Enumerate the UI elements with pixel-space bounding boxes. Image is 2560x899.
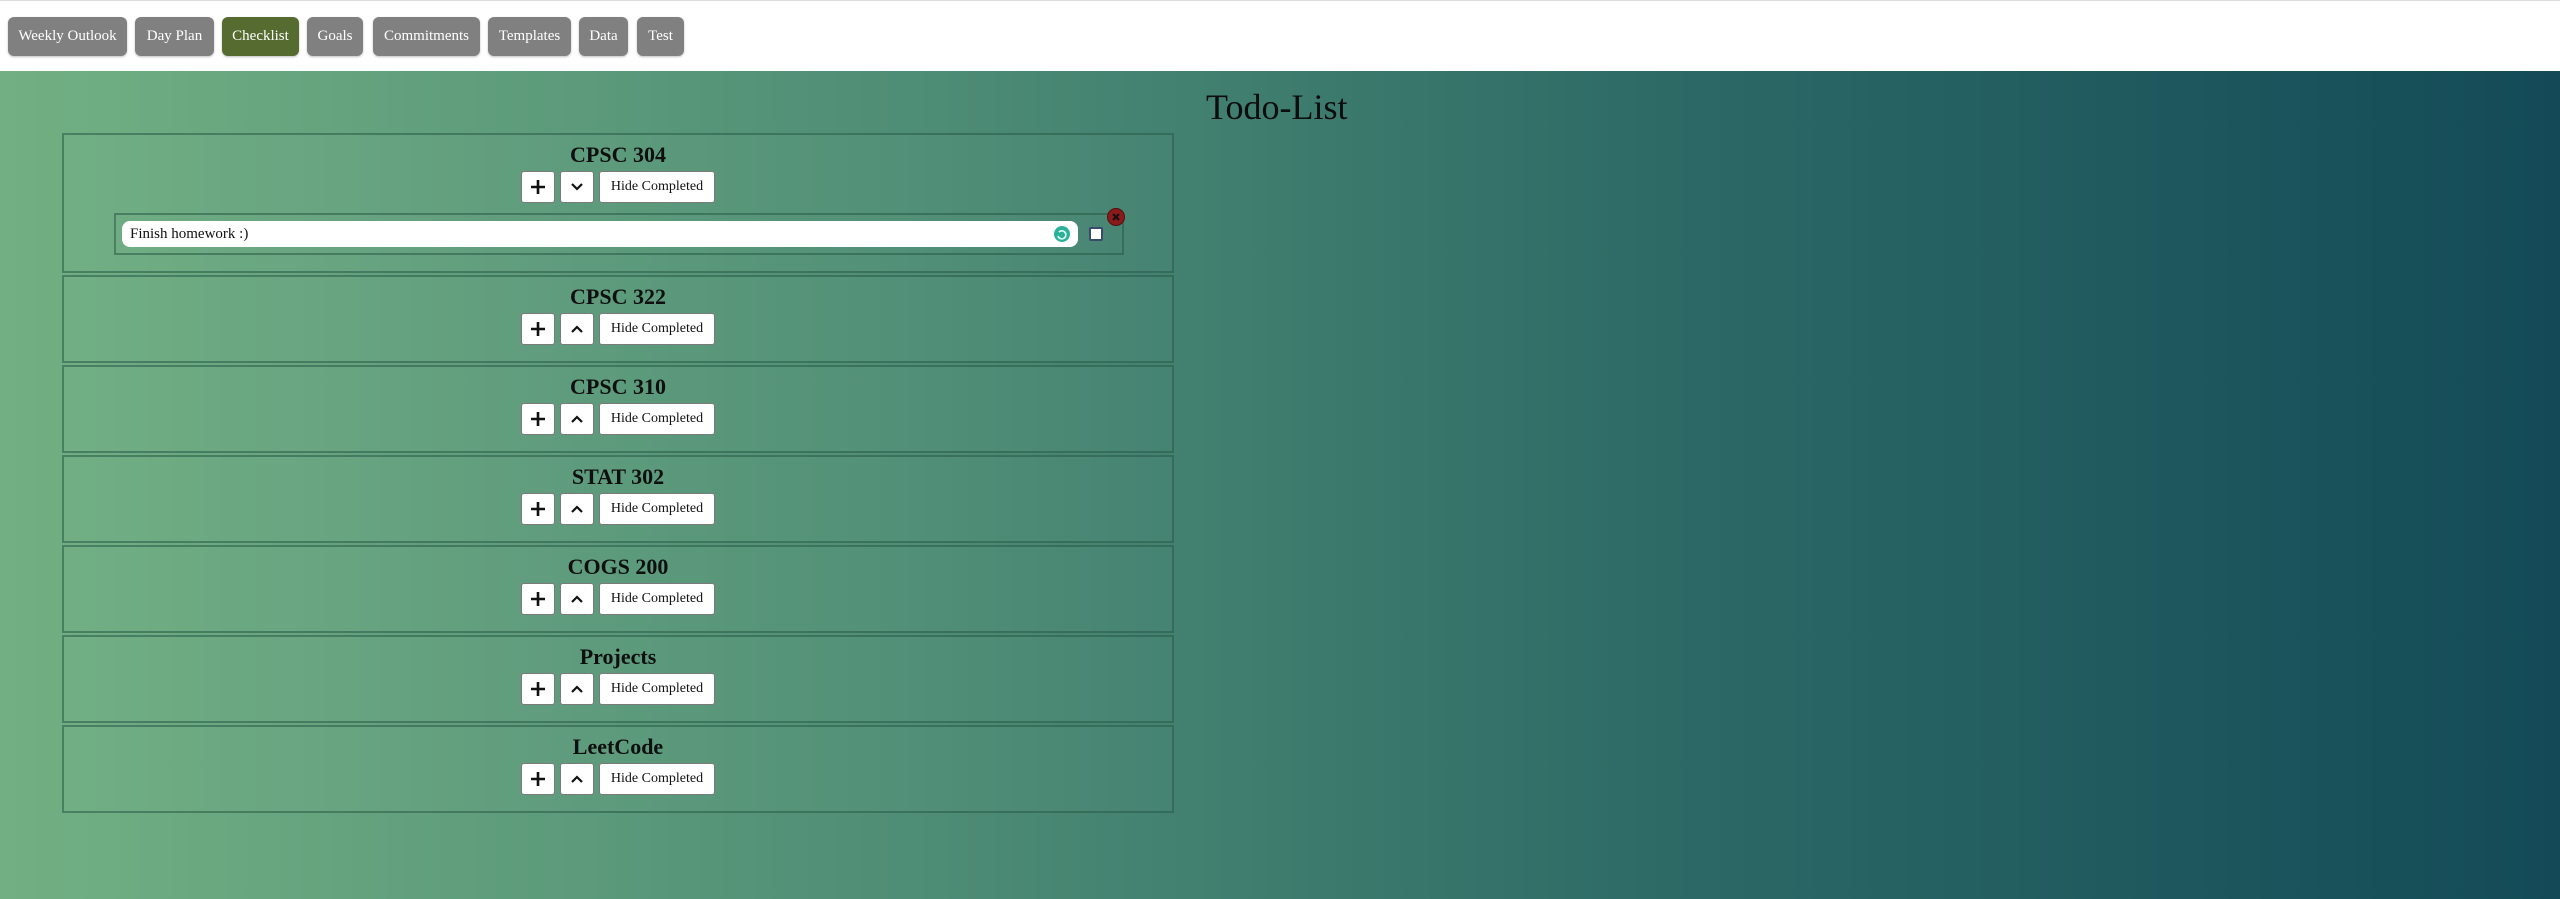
tab-templates[interactable]: Templates [488, 17, 571, 56]
delete-item-icon[interactable] [1107, 208, 1125, 226]
hide-completed-button[interactable]: Hide Completed [599, 763, 715, 795]
plus-icon [531, 412, 545, 426]
chevron-down-icon [571, 183, 583, 191]
expand-button[interactable] [560, 313, 594, 345]
todo-item: Finish homework :) [114, 208, 1125, 255]
top-nav-bar: Weekly Outlook Day Plan Checklist Goals … [0, 0, 2560, 71]
category-controls: Hide Completed [64, 583, 1172, 631]
add-item-button[interactable] [521, 763, 555, 795]
category-title: STAT 302 [571, 464, 665, 489]
hide-completed-button[interactable]: Hide Completed [599, 673, 715, 705]
category-controls: Hide Completed [64, 313, 1172, 361]
plus-icon [531, 322, 545, 336]
add-item-button[interactable] [521, 493, 555, 525]
plus-icon [531, 772, 545, 786]
category-controls: Hide Completed [64, 763, 1172, 811]
add-item-button[interactable] [521, 403, 555, 435]
tab-day-plan[interactable]: Day Plan [135, 17, 214, 56]
plus-icon [531, 502, 545, 516]
hide-completed-button[interactable]: Hide Completed [599, 171, 715, 203]
tab-weekly-outlook[interactable]: Weekly Outlook [8, 17, 127, 56]
hide-completed-button[interactable]: Hide Completed [599, 493, 715, 525]
plus-icon [531, 682, 545, 696]
category-stat-302: STAT 302 Hide Completed [62, 455, 1174, 543]
category-cogs-200: COGS 200 Hide Completed [62, 545, 1174, 633]
category-title: LeetCode [572, 734, 664, 759]
tab-checklist[interactable]: Checklist [222, 17, 299, 56]
chevron-up-icon [571, 505, 583, 513]
todo-list: CPSC 304 Hide Completed Finish homework … [62, 133, 1174, 815]
collapse-button[interactable] [560, 171, 594, 203]
category-controls: Hide Completed [64, 403, 1172, 451]
category-title: CPSC 322 [570, 284, 666, 309]
hide-completed-button[interactable]: Hide Completed [599, 403, 715, 435]
todo-item-checkbox[interactable] [1089, 227, 1103, 241]
category-projects: Projects Hide Completed [62, 635, 1174, 723]
category-title: CPSC 304 [570, 142, 666, 167]
category-title: CPSC 310 [570, 374, 666, 399]
chevron-up-icon [571, 775, 583, 783]
chevron-up-icon [571, 595, 583, 603]
add-item-button[interactable] [521, 673, 555, 705]
todo-item-input[interactable]: Finish homework :) [122, 221, 1078, 247]
sync-icon [1054, 226, 1070, 242]
tab-test[interactable]: Test [637, 17, 684, 56]
category-controls: Hide Completed [64, 171, 1172, 213]
expand-button[interactable] [560, 403, 594, 435]
add-item-button[interactable] [521, 583, 555, 615]
tab-commitments[interactable]: Commitments [373, 17, 480, 56]
expand-button[interactable] [560, 493, 594, 525]
hide-completed-button[interactable]: Hide Completed [599, 583, 715, 615]
expand-button[interactable] [560, 763, 594, 795]
category-cpsc-304: CPSC 304 Hide Completed Finish homework … [62, 133, 1174, 273]
category-controls: Hide Completed [64, 673, 1172, 721]
chevron-up-icon [571, 325, 583, 333]
hide-completed-button[interactable]: Hide Completed [599, 313, 715, 345]
category-title: COGS 200 [567, 554, 669, 579]
expand-button[interactable] [560, 673, 594, 705]
add-item-button[interactable] [521, 171, 555, 203]
page-title: Todo-List [1206, 87, 1348, 127]
category-cpsc-310: CPSC 310 Hide Completed [62, 365, 1174, 453]
tab-goals[interactable]: Goals [307, 17, 363, 56]
category-cpsc-322: CPSC 322 Hide Completed [62, 275, 1174, 363]
plus-icon [531, 180, 545, 194]
category-title: Projects [579, 644, 657, 669]
add-item-button[interactable] [521, 313, 555, 345]
chevron-up-icon [571, 685, 583, 693]
category-controls: Hide Completed [64, 493, 1172, 541]
chevron-up-icon [571, 415, 583, 423]
todo-item-text: Finish homework :) [130, 226, 249, 242]
plus-icon [531, 592, 545, 606]
expand-button[interactable] [560, 583, 594, 615]
tab-data[interactable]: Data [579, 17, 628, 56]
category-leetcode: LeetCode Hide Completed [62, 725, 1174, 813]
